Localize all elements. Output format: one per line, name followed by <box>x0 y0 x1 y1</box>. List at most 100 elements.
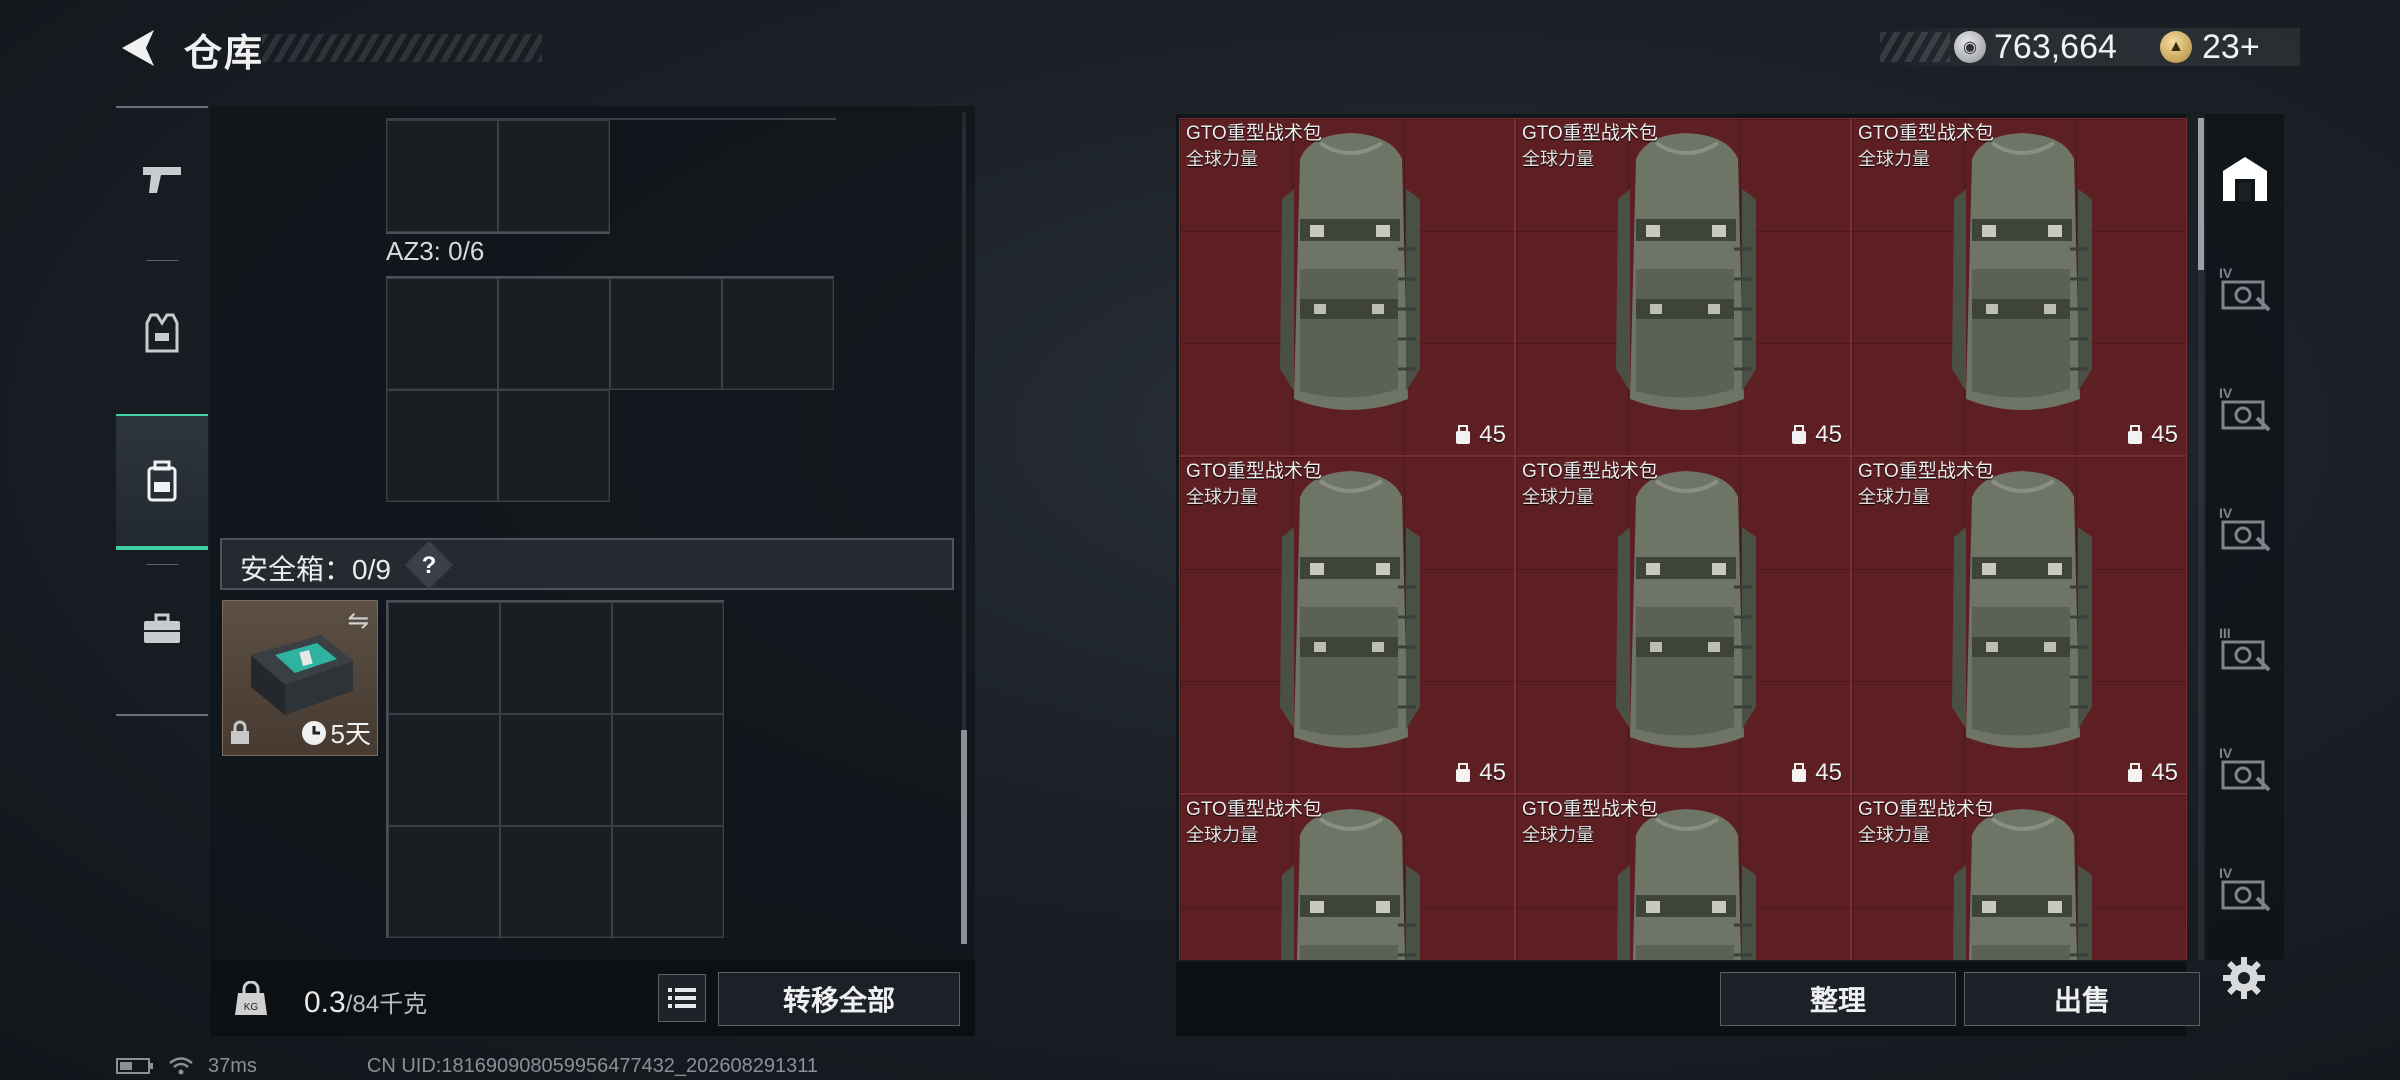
weight-current: 0.3 <box>304 986 346 1019</box>
gear-box-icon: IV <box>2219 265 2271 312</box>
top-bar: 仓库 ◉ 763,664 ▲ 23+ <box>0 0 2400 100</box>
grid-cell[interactable] <box>498 390 610 502</box>
tab-tier-iv-e[interactable]: IV <box>2210 850 2280 930</box>
briefcase-icon <box>144 613 180 643</box>
item-subtitle: 全球力量 <box>1186 149 1258 169</box>
backpack-item-icon <box>1270 467 1430 772</box>
safe-case-timer: 5天 <box>301 714 371 751</box>
premium-add-button[interactable]: + <box>2240 28 2260 66</box>
premium-amount: 23 <box>2202 28 2240 66</box>
backpack-item-icon <box>1270 129 1430 434</box>
grid-cell[interactable] <box>612 602 724 714</box>
grid-cell[interactable] <box>612 714 724 826</box>
stash-item[interactable]: GTO重型战术包 全球力量 45 <box>1515 118 1851 456</box>
clock-icon <box>301 720 326 745</box>
grid-cell[interactable] <box>500 602 612 714</box>
backpack-item-icon <box>1942 805 2102 960</box>
svg-text:IV: IV <box>2219 505 2233 521</box>
item-name: GTO重型战术包 <box>1858 123 1994 144</box>
item-capacity: 45 <box>1453 759 1506 787</box>
item-name: GTO重型战术包 <box>1522 123 1658 144</box>
nav-case[interactable] <box>116 564 208 694</box>
grid-cell[interactable] <box>722 278 834 390</box>
grid-cell[interactable] <box>500 826 612 938</box>
stash-item[interactable]: GTO重型战术包 全球力量 45 <box>1179 456 1515 794</box>
backpack-capacity-icon <box>1792 425 1807 444</box>
backpack-capacity-icon <box>2128 763 2143 782</box>
ping-text: 37ms <box>208 1054 257 1077</box>
title-decoration <box>262 34 542 62</box>
grid-cell[interactable] <box>500 714 612 826</box>
item-name: GTO重型战术包 <box>1186 123 1322 144</box>
sort-button[interactable]: 整理 <box>1720 972 1956 1026</box>
transfer-all-button[interactable]: 转移全部 <box>718 972 960 1026</box>
left-category-nav <box>116 106 208 716</box>
grid-cell[interactable] <box>386 278 498 390</box>
stash-item[interactable]: GTO重型战术包 全球力量 <box>1515 794 1851 960</box>
item-capacity: 45 <box>1453 421 1506 449</box>
tab-all[interactable] <box>2210 138 2280 218</box>
item-subtitle: 全球力量 <box>1522 487 1594 507</box>
item-name: GTO重型战术包 <box>1858 799 1994 820</box>
backpack-item-icon <box>1270 805 1430 960</box>
page-title: 仓库 <box>184 33 265 75</box>
svg-text:IV: IV <box>2219 745 2233 761</box>
svg-text:IV: IV <box>2219 385 2233 401</box>
gear-box-icon: IV <box>2219 505 2271 552</box>
grid-cell[interactable] <box>386 390 498 502</box>
tab-tier-iii[interactable]: III <box>2210 610 2280 690</box>
grid-cell[interactable] <box>612 826 724 938</box>
az3-capacity-label: AZ3: 0/6 <box>386 236 485 266</box>
grid-cell[interactable] <box>388 602 500 714</box>
stash-scroll-thumb[interactable] <box>2198 118 2204 270</box>
back-button[interactable] <box>112 22 164 74</box>
item-subtitle: 全球力量 <box>1186 825 1258 845</box>
nav-armor[interactable] <box>116 268 208 398</box>
weight-icon: KG <box>235 981 267 1015</box>
tab-tier-iv-d[interactable]: IV <box>2210 730 2280 810</box>
weight-readout: 0.3/84千克 <box>304 984 427 1020</box>
storage-scroll-thumb[interactable] <box>961 730 967 944</box>
item-capacity: 45 <box>1789 759 1842 787</box>
backpack-capacity-icon <box>2128 425 2143 444</box>
nav-backpack[interactable] <box>116 414 208 550</box>
lock-icon <box>229 720 251 751</box>
wifi-icon <box>169 1057 193 1075</box>
medkit-box-icon: IV <box>2219 745 2271 792</box>
grid-cell[interactable] <box>388 714 500 826</box>
tab-tier-iv-c[interactable]: IV <box>2210 490 2280 570</box>
item-subtitle: 全球力量 <box>1522 149 1594 169</box>
stash-item[interactable]: GTO重型战术包 全球力量 45 <box>1851 456 2187 794</box>
premium-value[interactable]: 23+ <box>2202 28 2260 67</box>
gear-box-icon: IV <box>2219 865 2271 912</box>
premium-currency-icon: ▲ <box>2160 31 2192 63</box>
tab-tier-iv-b[interactable]: IV <box>2210 370 2280 450</box>
settings-button[interactable] <box>2216 950 2272 1006</box>
item-name: GTO重型战术包 <box>1186 799 1322 820</box>
stash-item[interactable]: GTO重型战术包 全球力量 <box>1179 794 1515 960</box>
weight-lock-button[interactable]: KG <box>228 976 274 1022</box>
item-subtitle: 全球力量 <box>1858 825 1930 845</box>
stash-item[interactable]: GTO重型战术包 全球力量 45 <box>1179 118 1515 456</box>
grid-cell[interactable] <box>498 278 610 390</box>
item-subtitle: 全球力量 <box>1858 149 1930 169</box>
stash-item[interactable]: GTO重型战术包 全球力量 45 <box>1515 456 1851 794</box>
sell-button[interactable]: 出售 <box>1964 972 2200 1026</box>
stash-item[interactable]: GTO重型战术包 全球力量 45 <box>1851 118 2187 456</box>
grid-cell[interactable] <box>498 120 610 232</box>
currency-value: 763,664 <box>1994 28 2117 66</box>
list-view-button[interactable] <box>658 974 706 1022</box>
stash-item[interactable]: GTO重型战术包 全球力量 <box>1851 794 2187 960</box>
safe-box-help-button[interactable]: ? <box>412 549 446 583</box>
timer-text: 5天 <box>330 719 371 749</box>
backpack-capacity-icon <box>1456 425 1471 444</box>
svg-text:KG: KG <box>244 1002 259 1013</box>
grid-cell[interactable] <box>610 278 722 390</box>
nav-weapons[interactable] <box>116 114 208 244</box>
item-subtitle: 全球力量 <box>1522 825 1594 845</box>
safe-case-item[interactable]: ⇋ 5天 <box>222 600 378 756</box>
tab-tier-iv-a[interactable]: IV <box>2210 250 2280 330</box>
grid-cell[interactable] <box>388 826 500 938</box>
grid-cell[interactable] <box>386 120 498 232</box>
item-capacity-value: 45 <box>2151 421 2178 448</box>
